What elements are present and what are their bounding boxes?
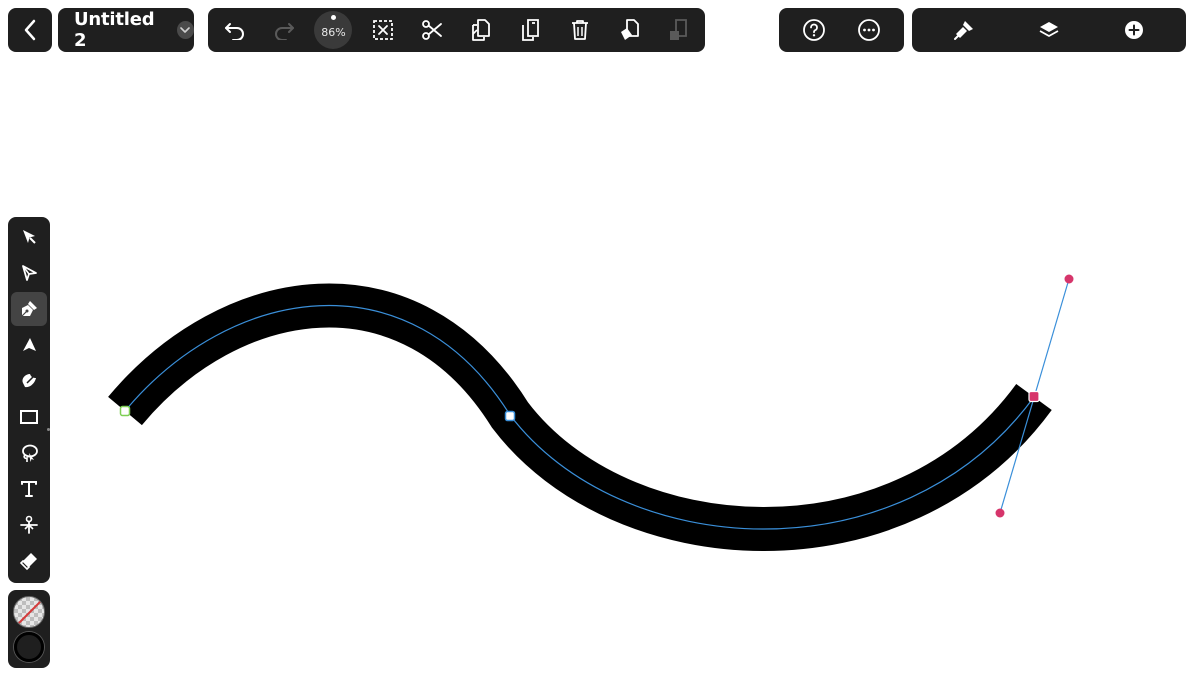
cut-button[interactable] (409, 12, 455, 48)
chevron-left-icon (24, 19, 36, 41)
eraser-icon (19, 553, 37, 571)
text-icon (21, 481, 37, 497)
node-tool[interactable] (11, 328, 47, 362)
bezier-handle-out[interactable] (1064, 274, 1074, 284)
anchor-middle[interactable] (504, 410, 516, 422)
paste-button[interactable] (507, 12, 553, 48)
pen-nib-icon (21, 301, 37, 317)
node-icon (23, 338, 36, 351)
add-button[interactable] (1116, 12, 1152, 48)
layers-icon (1039, 22, 1059, 37)
fill-color-swatch[interactable] (13, 596, 45, 628)
brush-icon (22, 374, 36, 388)
deselect-button[interactable] (360, 12, 406, 48)
document-title[interactable]: Untitled 2 (74, 9, 169, 51)
more-tools-indicator (47, 428, 50, 431)
anchor-start[interactable] (119, 405, 131, 417)
arrow-icon (23, 230, 36, 244)
anchor-end-selected[interactable] (1028, 390, 1040, 403)
duplicate-icon (620, 19, 639, 40)
direct-selection-tool[interactable] (11, 256, 47, 290)
selection-tool[interactable] (11, 220, 47, 254)
panel-toolbar (912, 8, 1186, 52)
more-button[interactable] (851, 12, 887, 48)
scissors-icon (20, 515, 38, 534)
paste-in-place-button[interactable] (655, 12, 701, 48)
duplicate-button[interactable] (606, 12, 652, 48)
redo-button[interactable] (261, 12, 307, 48)
stroke-color-swatch[interactable] (14, 632, 44, 662)
zoom-indicator[interactable]: 86% (314, 11, 353, 49)
add-icon (1124, 21, 1143, 39)
document-title-menu[interactable]: Untitled 2 (58, 8, 194, 52)
zoom-level: 86% (321, 26, 346, 39)
scissors-tool[interactable] (11, 508, 47, 542)
copy-button[interactable] (458, 12, 504, 48)
help-icon (803, 19, 826, 41)
undo-button[interactable] (212, 12, 258, 48)
copy-icon (472, 19, 490, 41)
lasso-tool[interactable] (11, 436, 47, 470)
paste-icon (522, 19, 540, 41)
edit-toolbar: 86% (208, 8, 705, 52)
layers-button[interactable] (1031, 12, 1067, 48)
rectangle-tool[interactable] (11, 400, 50, 434)
zoom-dot (330, 15, 336, 20)
stroked-path[interactable] (108, 283, 1052, 551)
cut-icon (421, 20, 442, 40)
back-toolbar (8, 8, 52, 52)
lasso-icon (22, 444, 38, 462)
back-button[interactable] (12, 12, 48, 48)
artwork[interactable] (0, 0, 1194, 691)
chevron-down-icon[interactable] (176, 21, 194, 39)
delete-button[interactable] (557, 12, 603, 48)
drawing-canvas[interactable]: Untitled 2 86% (0, 0, 1194, 691)
help-button[interactable] (796, 12, 832, 48)
rectangle-icon (20, 410, 38, 424)
direct-arrow-icon (22, 265, 37, 281)
text-tool[interactable] (11, 472, 47, 506)
bezier-handle-in[interactable] (995, 508, 1005, 518)
help-toolbar (779, 8, 904, 52)
eraser-tool[interactable] (11, 544, 47, 578)
more-icon (857, 19, 880, 41)
delete-icon (571, 20, 588, 40)
style-brush-icon (954, 21, 974, 40)
paste-in-place-icon (669, 19, 687, 40)
brush-tool[interactable] (11, 364, 47, 398)
tools-toolbar (8, 217, 50, 583)
pen-tool[interactable] (11, 292, 47, 326)
undo-icon (225, 23, 244, 40)
deselect-icon (372, 20, 393, 40)
color-swatches (8, 590, 50, 668)
zoom-button[interactable]: 86% (310, 11, 356, 49)
style-button[interactable] (946, 12, 982, 48)
redo-icon (275, 23, 295, 40)
